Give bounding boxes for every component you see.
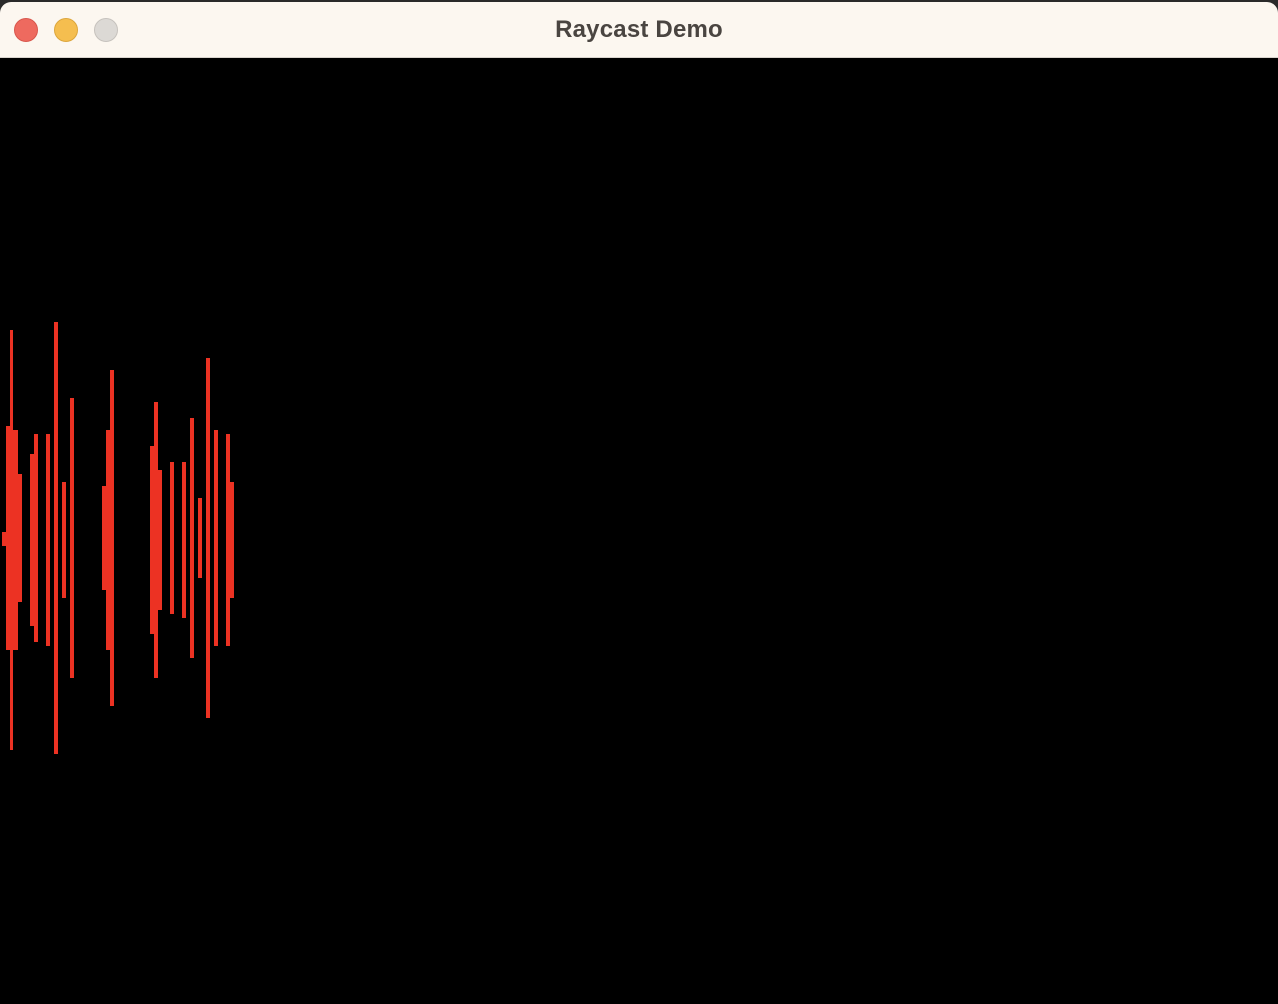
- wall-slice-10: [62, 482, 66, 598]
- wall-slice-17: [158, 470, 162, 610]
- wall-slice-4: [13, 430, 18, 650]
- wall-slice-3: [10, 330, 13, 750]
- wall-slice-14: [110, 370, 114, 706]
- wall-slice-7: [34, 434, 38, 642]
- wall-slice-21: [198, 498, 202, 578]
- wall-slice-18: [170, 462, 174, 614]
- app-window: Raycast Demo: [0, 2, 1278, 1004]
- wall-slice-23: [214, 430, 218, 646]
- wall-slice-9: [54, 322, 58, 754]
- wall-slice-1: [2, 532, 6, 546]
- wall-slice-16: [154, 402, 158, 678]
- wall-slice-12: [102, 486, 106, 590]
- raycast-scene: [2, 322, 234, 754]
- wall-slice-24: [226, 434, 230, 646]
- wall-slice-6: [30, 454, 34, 626]
- wall-slice-19: [182, 462, 186, 618]
- wall-slice-13: [106, 430, 110, 650]
- wall-slice-20: [190, 418, 194, 658]
- raycast-viewport[interactable]: [0, 58, 1278, 1004]
- wall-slice-11: [70, 398, 74, 678]
- wall-slice-15: [150, 446, 154, 634]
- wall-slice-25: [230, 482, 234, 598]
- window-title: Raycast Demo: [555, 16, 723, 43]
- title-bar[interactable]: Raycast Demo: [0, 2, 1278, 58]
- wall-slice-5: [18, 474, 22, 602]
- wall-slice-22: [206, 358, 210, 718]
- wall-slice-2: [6, 426, 10, 650]
- wall-slice-8: [46, 434, 50, 646]
